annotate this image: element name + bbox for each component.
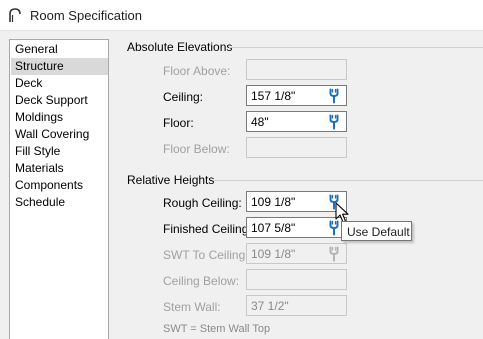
nav-item-components[interactable]: Components	[11, 177, 108, 194]
finished-ceiling-label: Finished Ceiling:	[163, 222, 252, 236]
nav-item-materials[interactable]: Materials	[11, 160, 108, 177]
floor-below-field	[246, 137, 347, 158]
ceiling-below-label: Ceiling Below:	[163, 274, 240, 288]
nav-item-wall-covering[interactable]: Wall Covering	[11, 126, 108, 143]
nav-item-moldings[interactable]: Moldings	[11, 109, 108, 126]
ceiling-label: Ceiling:	[163, 90, 204, 104]
floor-above-label: Floor Above:	[163, 64, 231, 78]
wrench-icon[interactable]	[326, 114, 342, 130]
group-divider	[214, 180, 483, 181]
finished-ceiling-value: 107 5/8"	[251, 221, 296, 235]
rough-ceiling-field[interactable]: 109 1/8"	[246, 191, 347, 212]
nav-item-deck[interactable]: Deck	[11, 75, 108, 92]
nav-item-schedule[interactable]: Schedule	[11, 194, 108, 211]
stem-wall-value: 37 1/2"	[251, 299, 289, 313]
rough-ceiling-label: Rough Ceiling:	[163, 196, 242, 210]
nav-item-general[interactable]: General	[11, 41, 108, 58]
finished-ceiling-field[interactable]: 107 5/8"	[246, 217, 347, 238]
wrench-icon	[326, 246, 342, 262]
nav-item-structure[interactable]: Structure	[11, 58, 108, 75]
swt-to-ceiling-value: 109 1/8"	[251, 247, 296, 261]
swt-to-ceiling-label: SWT To Ceiling:	[163, 248, 249, 262]
ceiling-field[interactable]: 157 1/8"	[246, 85, 347, 106]
arch-icon	[9, 8, 21, 22]
ceiling-below-field	[246, 269, 347, 290]
title-bar: Room Specification	[0, 0, 483, 31]
stem-wall-label: Stem Wall:	[163, 300, 221, 314]
floor-value: 48"	[251, 115, 269, 129]
nav-item-deck-support[interactable]: Deck Support	[11, 92, 108, 109]
use-default-tooltip: Use Default	[341, 221, 412, 241]
relative-heights-heading: Relative Heights	[127, 173, 215, 187]
wrench-icon[interactable]	[326, 88, 342, 104]
floor-field[interactable]: 48"	[246, 111, 347, 132]
nav-item-fill-style[interactable]: Fill Style	[11, 143, 108, 160]
rough-ceiling-value: 109 1/8"	[251, 195, 296, 209]
floor-below-label: Floor Below:	[163, 142, 230, 156]
floor-label: Floor:	[163, 116, 194, 130]
stem-wall-field: 37 1/2"	[246, 295, 347, 316]
floor-above-field	[246, 59, 347, 80]
category-list[interactable]: General Structure Deck Deck Support Mold…	[9, 39, 109, 339]
window-title: Room Specification	[30, 8, 142, 23]
swt-to-ceiling-field: 109 1/8"	[246, 243, 347, 264]
swt-footnote: SWT = Stem Wall Top	[163, 323, 271, 335]
ceiling-value: 157 1/8"	[251, 89, 296, 103]
dialog-body: General Structure Deck Deck Support Mold…	[0, 31, 483, 339]
absolute-elevations-heading: Absolute Elevations	[127, 40, 233, 54]
group-divider	[229, 47, 483, 48]
